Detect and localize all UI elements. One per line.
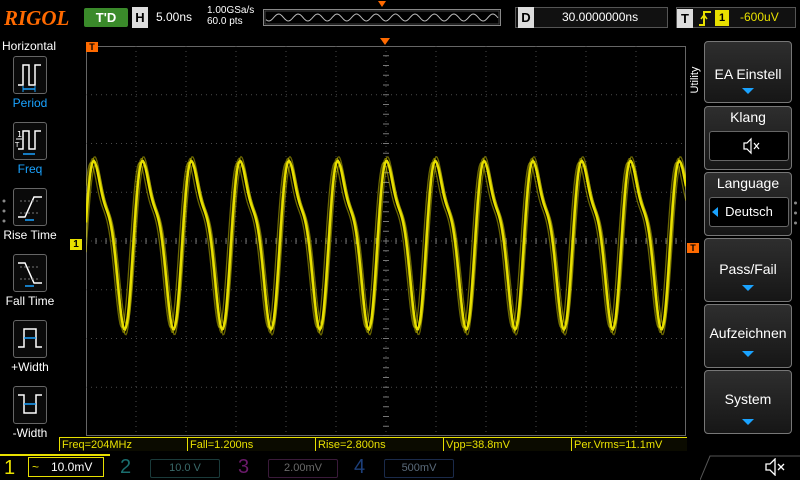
utility-tab[interactable]: Utility — [689, 44, 703, 124]
channel-bar: 1 ~ 10.0mV 2 10.0 V 3 2.00mV 4 500mV — [0, 454, 800, 480]
memory-depth: 60.0 pts — [207, 16, 243, 27]
measure-period-button[interactable]: Period — [0, 56, 60, 118]
ch3-number: 3 — [238, 456, 250, 478]
measure-neg-width-button[interactable]: -Width — [0, 386, 60, 448]
period-icon — [13, 56, 47, 94]
svg-text:1: 1 — [17, 130, 22, 139]
record-label: Aufzeichnen — [709, 325, 787, 341]
trigger-position-marker[interactable]: T — [86, 42, 98, 52]
top-status-bar: RIGOL T'D H 5.00ns 1.00GSa/s 60.0 pts D … — [0, 0, 800, 36]
timebase-label: H — [132, 7, 148, 28]
measure-freq-label: Freq — [17, 162, 43, 176]
waveform-display[interactable] — [84, 45, 688, 437]
trigger-label: T — [677, 9, 693, 28]
measure-fall-time-label: Fall Time — [5, 294, 55, 308]
fall-time-icon — [13, 254, 47, 292]
ch1-scale-box: ~ 10.0mV — [28, 457, 104, 477]
system-button[interactable]: System — [704, 370, 792, 434]
memory-waveform-icon — [264, 10, 500, 25]
ch4-scale: 500mV — [384, 459, 454, 478]
measure-rise-time-button[interactable]: Rise Time — [0, 188, 60, 250]
ea-settings-label: EA Einstell — [714, 66, 782, 82]
measurement-fall[interactable]: Fall=1.200ns — [187, 437, 315, 451]
acquisition-info: 1.00GSa/s 60.0 pts — [207, 5, 254, 27]
sample-rate: 1.00GSa/s — [207, 5, 255, 16]
svg-text:T: T — [14, 141, 20, 149]
language-value-box: Deutsch — [709, 197, 789, 227]
right-menu-page-indicator-icon — [794, 201, 797, 225]
memory-trigger-marker-icon — [378, 1, 386, 7]
delay-letter-icon: D — [518, 7, 534, 28]
ch4-tab[interactable]: 4 500mV — [350, 454, 462, 480]
language-value: Deutsch — [725, 204, 773, 219]
ch2-number: 2 — [120, 456, 132, 478]
trigger-level-marker[interactable]: T — [687, 243, 699, 253]
ch1-offset-marker[interactable]: 1 — [70, 239, 82, 250]
measure-menu: Horizontal Period 1T Freq Rise Time Fall… — [0, 38, 60, 440]
measure-freq-button[interactable]: 1T Freq — [0, 122, 60, 184]
rising-edge-icon — [699, 11, 711, 26]
delay-value[interactable]: 30.0000000ns — [562, 7, 638, 28]
ch1-waveform-trace — [85, 155, 687, 337]
ch3-scale: 2.00mV — [268, 459, 338, 478]
measure-neg-width-label: -Width — [12, 426, 48, 440]
ch1-waveform-trace — [85, 161, 687, 329]
pos-width-icon — [13, 320, 47, 358]
ea-settings-button[interactable]: EA Einstell — [704, 41, 792, 103]
mute-icon — [743, 137, 760, 155]
measure-pos-width-label: +Width — [11, 360, 49, 374]
menu-page-indicator-icon — [2, 199, 6, 223]
measure-rise-time-label: Rise Time — [3, 228, 57, 242]
measurement-rise[interactable]: Rise=2.800ns — [315, 437, 443, 451]
utility-tab-label: Utility — [689, 66, 701, 94]
ch3-tab[interactable]: 3 2.00mV — [234, 454, 346, 480]
pass-fail-arrow-icon — [742, 285, 754, 291]
system-arrow-icon — [742, 419, 754, 425]
pass-fail-button[interactable]: Pass/Fail — [704, 238, 792, 302]
freq-icon: 1T — [13, 122, 47, 160]
pass-fail-label: Pass/Fail — [719, 261, 777, 277]
timebase-value[interactable]: 5.00ns — [156, 7, 192, 28]
measurement-freq[interactable]: Freq=204MHz — [59, 437, 187, 451]
ch1-tab[interactable]: 1 ~ 10.0mV — [0, 454, 110, 480]
measure-fall-time-button[interactable]: Fall Time — [0, 254, 60, 316]
ea-settings-arrow-icon — [742, 88, 754, 94]
rise-time-icon — [13, 188, 47, 226]
sound-icon[interactable] — [764, 458, 788, 476]
measurement-vpp[interactable]: Vpp=38.8mV — [443, 437, 571, 451]
ch4-number: 4 — [354, 456, 366, 478]
measure-period-label: Period — [12, 96, 48, 110]
record-button[interactable]: Aufzeichnen — [704, 304, 792, 368]
measurement-vrms[interactable]: Per.Vrms=11.1mV — [571, 437, 687, 451]
measurement-strip: Freq=204MHz Fall=1.200ns Rise=2.800ns Vp… — [59, 437, 687, 452]
measure-pos-width-button[interactable]: +Width — [0, 320, 60, 382]
brand-logo: RIGOL — [4, 6, 70, 30]
ch2-scale: 10.0 V — [150, 459, 220, 478]
graticule — [84, 45, 688, 437]
ch1-scale: 10.0mV — [51, 460, 93, 474]
memory-overview-bar — [263, 9, 501, 26]
measure-menu-title: Horizontal — [2, 39, 57, 53]
run-state-badge[interactable]: T'D — [84, 8, 128, 27]
language-button[interactable]: Language Deutsch — [704, 172, 792, 236]
sound-button[interactable]: Klang — [704, 106, 792, 170]
trigger-position-arrow-icon — [380, 38, 390, 45]
system-label: System — [724, 391, 772, 407]
ch1-number: 1 — [4, 457, 16, 479]
trigger-level[interactable]: -600uV — [740, 7, 779, 28]
ch1-coupling-icon: ~ — [32, 460, 40, 474]
sound-title: Klang — [730, 109, 766, 125]
language-title: Language — [716, 175, 780, 191]
sound-value-box — [709, 131, 789, 161]
trigger-source: 1 — [715, 10, 729, 26]
record-arrow-icon — [742, 351, 754, 357]
neg-width-icon — [13, 386, 47, 424]
ch2-tab[interactable]: 2 10.0 V — [116, 454, 228, 480]
